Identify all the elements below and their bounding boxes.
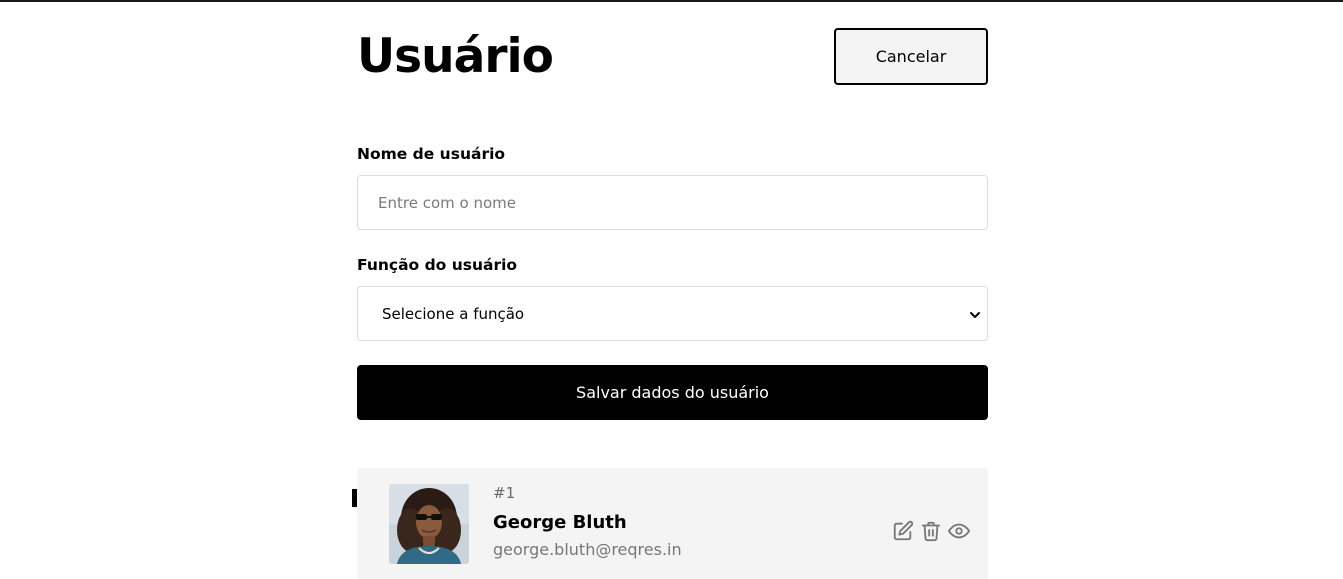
user-email: george.bluth@reqres.in bbox=[493, 540, 682, 559]
save-user-button[interactable]: Salvar dados do usuário bbox=[357, 365, 988, 420]
name-field-label: Nome de usuário bbox=[357, 145, 506, 163]
avatar bbox=[389, 484, 469, 564]
cancel-button[interactable]: Cancelar bbox=[834, 28, 988, 85]
role-field-label: Função do usuário bbox=[357, 256, 518, 274]
page-header: Usuário Cancelar bbox=[357, 28, 988, 86]
user-card: #1 George Bluth george.bluth@reqres.in bbox=[352, 468, 988, 579]
name-input[interactable] bbox=[357, 175, 988, 230]
user-actions bbox=[892, 520, 970, 542]
top-border bbox=[0, 0, 1343, 2]
trash-icon[interactable] bbox=[920, 520, 942, 542]
user-id: #1 bbox=[493, 484, 516, 502]
card-marker bbox=[352, 489, 357, 507]
chevron-down-icon bbox=[969, 307, 981, 319]
page-title: Usuário bbox=[357, 29, 554, 84]
role-select-value: Selecione a função bbox=[382, 304, 525, 323]
role-select[interactable]: Selecione a função bbox=[357, 286, 988, 341]
user-name: George Bluth bbox=[493, 512, 627, 533]
eye-icon[interactable] bbox=[948, 520, 970, 542]
edit-icon[interactable] bbox=[892, 520, 914, 542]
